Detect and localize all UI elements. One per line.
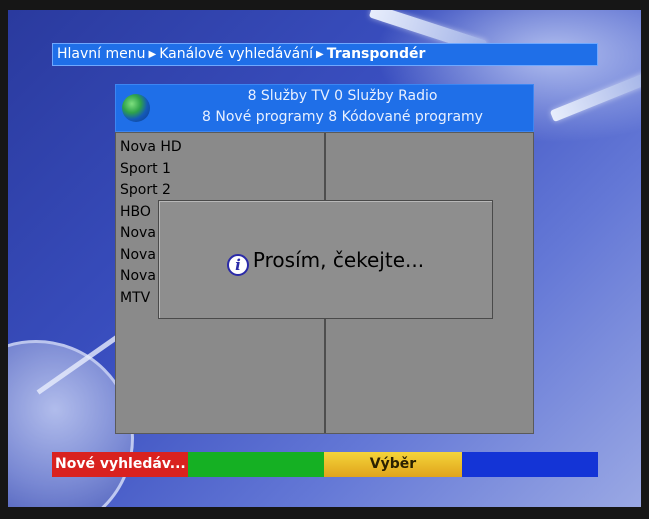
blue-button[interactable]: [462, 452, 598, 477]
list-item[interactable]: Sport 1: [120, 159, 320, 181]
breadcrumb-item-channel-search[interactable]: Kanálové vyhledávání: [159, 46, 313, 62]
color-button-bar: Nové vyhledáv... Výběr: [52, 452, 598, 477]
info-icon: i: [226, 254, 249, 276]
green-button[interactable]: [188, 452, 324, 477]
list-item[interactable]: Sport 2: [120, 180, 320, 202]
breadcrumb-item-main-menu[interactable]: Hlavní menu: [57, 46, 146, 62]
globe-icon: [122, 94, 150, 122]
chevron-right-icon: ▶: [316, 49, 324, 60]
breadcrumb: Hlavní menu ▶ Kanálové vyhledávání ▶ Transpo…: [52, 43, 598, 66]
services-count: 8 Služby TV 0 Služby Radio: [247, 88, 438, 104]
new-programs-count: 8 Nové programy 8 Kódované programy: [202, 109, 483, 125]
scan-info-header: 8 Služby TV 0 Služby Radio 8 Nové progra…: [115, 84, 534, 132]
list-item[interactable]: Nova HD: [120, 137, 320, 159]
chevron-right-icon: ▶: [148, 49, 157, 60]
dialog-message-row: i Prosím, čekejte...: [159, 248, 492, 276]
red-button-new-search[interactable]: Nové vyhledáv...: [52, 452, 188, 477]
dialog-message: Prosím, čekejte...: [252, 248, 425, 272]
yellow-button-select[interactable]: Výběr: [324, 452, 462, 477]
breadcrumb-item-transponder: Transpondér: [326, 46, 426, 62]
wait-dialog: i Prosím, čekejte...: [158, 200, 493, 319]
